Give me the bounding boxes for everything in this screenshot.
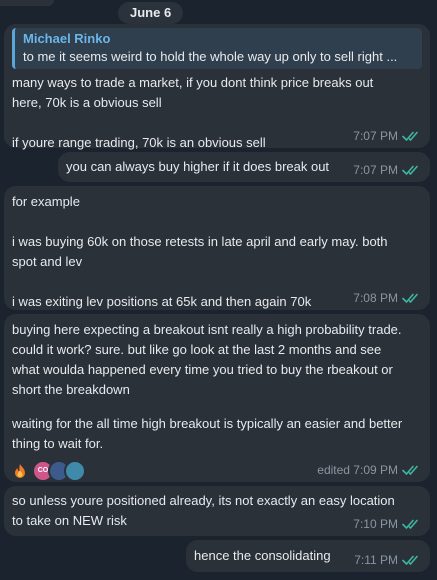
message-line: i was buying 60k on those retests in lat… xyxy=(12,234,388,249)
message-time: edited 7:09 PM xyxy=(317,463,398,477)
message-meta: 7:10 PM xyxy=(353,516,420,532)
message-line xyxy=(12,272,422,292)
message-time: 7:07 PM xyxy=(353,129,398,143)
message-meta: 7:07 PM xyxy=(353,128,420,144)
previous-message-edge xyxy=(0,0,54,6)
message-line: what woulda happened every time you trie… xyxy=(12,362,393,377)
message-bubble[interactable]: Michael Rinko to me it seems weird to ho… xyxy=(4,24,430,150)
message-line: thing to wait for. xyxy=(12,436,104,451)
message-line: here, 70k is a obvious sell xyxy=(12,95,162,110)
double-check-icon xyxy=(402,165,418,175)
double-check-icon xyxy=(402,131,418,141)
double-check-icon xyxy=(402,293,418,303)
reply-author: Michael Rinko xyxy=(23,31,111,46)
message-meta: 7:11 PM xyxy=(354,552,420,568)
message-line: for example xyxy=(12,194,80,209)
message-line: short the breakdown xyxy=(12,382,130,397)
date-separator: June 6 xyxy=(118,2,184,24)
double-check-icon xyxy=(402,519,418,529)
message-meta: edited 7:09 PM xyxy=(317,462,420,478)
reply-text: to me it seems weird to hold the whole w… xyxy=(23,49,398,64)
message-line: could it work? sure. but like go look at… xyxy=(12,342,382,357)
message-line: spot and lev xyxy=(12,254,83,269)
message-time: 7:08 PM xyxy=(353,291,398,305)
message-line: so unless youre positioned already, its … xyxy=(12,493,395,508)
message-meta: 7:07 PM xyxy=(353,162,420,178)
message-line xyxy=(12,400,422,414)
message-bubble[interactable]: buying here expecting a breakout isnt re… xyxy=(4,314,430,482)
message-bubble[interactable]: you can always buy higher if it does bre… xyxy=(58,152,430,182)
message-line: buying here expecting a breakout isnt re… xyxy=(12,322,402,337)
message-time: 7:11 PM xyxy=(354,553,398,567)
fire-icon[interactable] xyxy=(12,463,28,479)
message-time: 7:10 PM xyxy=(353,517,398,531)
reply-quote[interactable]: Michael Rinko to me it seems weird to ho… xyxy=(12,28,422,69)
message-line xyxy=(12,212,422,232)
message-line: many ways to trade a market, if you dont… xyxy=(12,75,374,90)
message-bubble[interactable]: for example i was buying 60k on those re… xyxy=(4,186,430,310)
message-meta: 7:08 PM xyxy=(353,290,420,306)
double-check-icon xyxy=(402,465,418,475)
reactor-avatar[interactable] xyxy=(64,460,86,482)
double-check-icon xyxy=(402,555,418,565)
message-bubble[interactable]: hence the consolidating 7:11 PM xyxy=(186,540,430,572)
message-time: 7:07 PM xyxy=(353,163,398,177)
message-line: waiting for the all time high breakout i… xyxy=(12,416,403,431)
message-bubble[interactable]: so unless youre positioned already, its … xyxy=(4,486,430,536)
